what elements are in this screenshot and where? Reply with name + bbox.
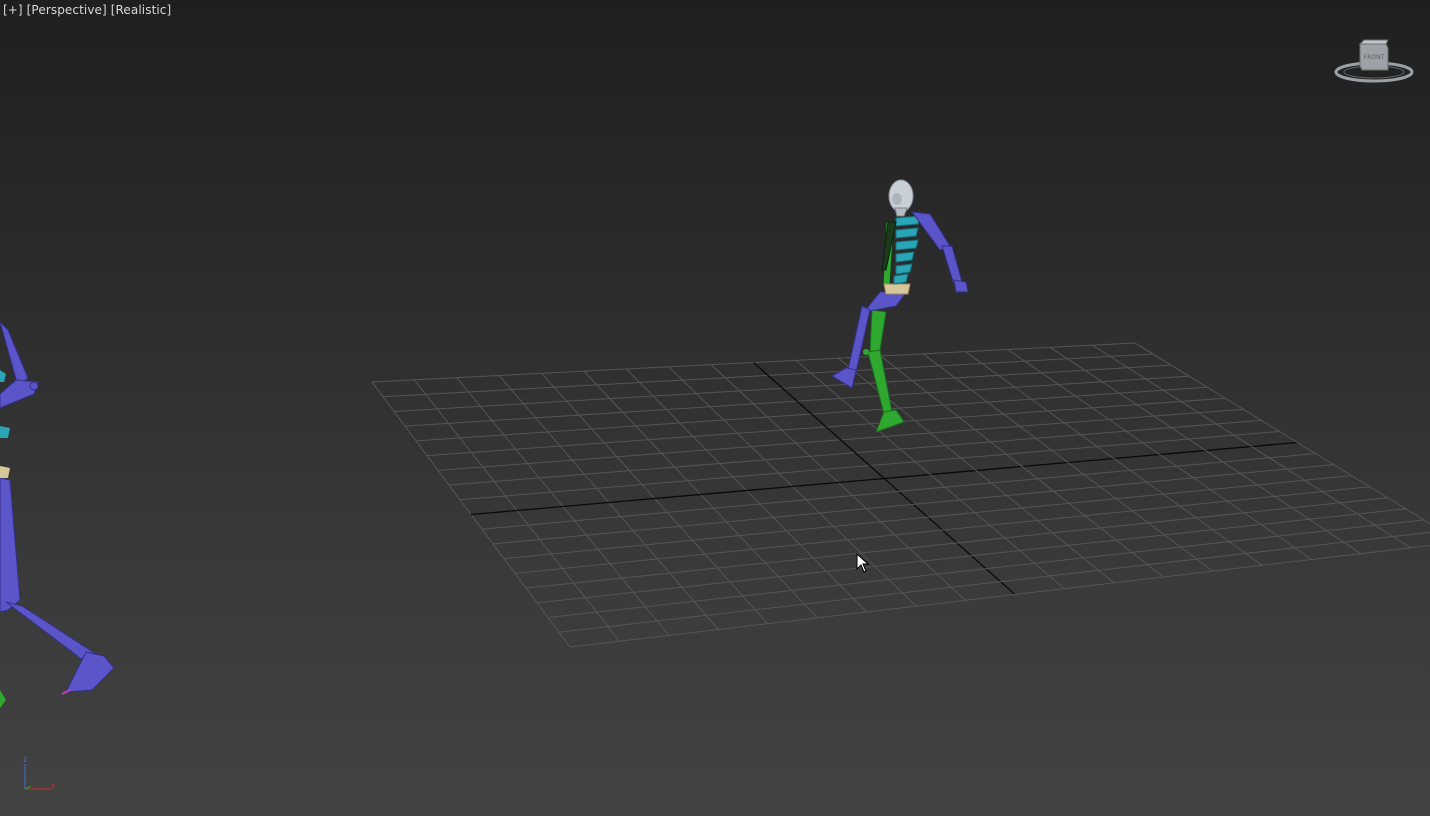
grid-axis-line <box>470 441 1298 516</box>
grid-line <box>536 508 1406 604</box>
viewport-canvas[interactable] <box>0 0 1430 816</box>
biped-leg-right[interactable] <box>831 289 910 389</box>
grid-line <box>1049 346 1362 555</box>
axis-z-label: z <box>23 755 27 764</box>
viewcube[interactable]: FRONT <box>1332 36 1416 86</box>
grid-line <box>569 545 1430 648</box>
axis-x-label: x <box>51 782 55 790</box>
grid-line <box>547 519 1424 619</box>
biped-arm-right[interactable] <box>910 211 969 293</box>
viewcube-face-label: FRONT <box>1364 54 1385 61</box>
axis-tripod: z x <box>23 755 55 790</box>
grid-line <box>1007 349 1312 560</box>
biped-spine[interactable] <box>893 215 921 285</box>
biped-character-offscreen[interactable] <box>0 321 115 708</box>
home-grid <box>371 342 1430 648</box>
grid-line <box>525 497 1388 589</box>
mouse-cursor-icon <box>856 553 870 573</box>
pelvis[interactable] <box>883 283 911 295</box>
grid-line <box>1134 342 1430 525</box>
biped-head[interactable] <box>888 179 914 217</box>
grid-line <box>558 531 1430 633</box>
biped-leg-left[interactable] <box>863 309 905 433</box>
grid-line <box>880 355 1164 578</box>
